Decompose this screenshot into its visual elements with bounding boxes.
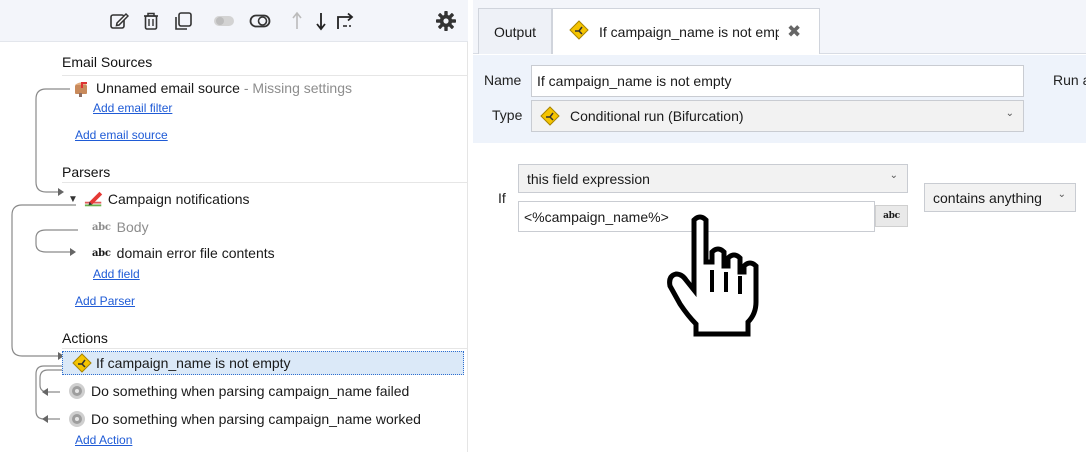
tab-if-campaign-name[interactable]: If campaign_name is not empty ✖ xyxy=(552,8,820,54)
text-type-icon: abc xyxy=(883,211,900,221)
field-label: domain error file contents xyxy=(116,245,275,261)
expression-type-button[interactable]: abc xyxy=(875,205,908,227)
name-input[interactable]: If campaign_name is not empty xyxy=(531,65,1024,97)
close-tab-icon[interactable]: ✖ xyxy=(787,22,801,42)
chevron-down-icon: ⌄ xyxy=(1005,108,1014,119)
workflow-tree-pane: Email Sources Unnamed email source - Mis… xyxy=(0,0,468,452)
name-label: Name xyxy=(484,72,522,88)
tab-output[interactable]: Output xyxy=(478,8,552,54)
email-sources-heading: Email Sources xyxy=(62,54,153,70)
parsers-heading: Parsers xyxy=(62,164,111,180)
type-select[interactable]: Conditional run (Bifurcation) ⌄ xyxy=(531,100,1024,132)
parser-label: Campaign notifications xyxy=(107,191,250,207)
tree-toolbar xyxy=(0,0,468,42)
actions-heading: Actions xyxy=(62,330,108,346)
run-as-label: Run a xyxy=(1053,72,1086,88)
action-item-parse-failed[interactable]: Do something when parsing campaign_name … xyxy=(67,381,409,401)
expand-caret-icon[interactable]: ▼ xyxy=(68,194,78,205)
condition-source-select[interactable]: this field expression ⌄ xyxy=(518,164,908,193)
if-label: If xyxy=(498,190,506,206)
operator-value: contains anything xyxy=(933,189,1042,206)
parser-item-campaign-notifications[interactable]: ▼ Campaign notifications xyxy=(68,189,250,209)
action-label: Do something when parsing campaign_name … xyxy=(91,411,421,427)
mailbox-icon xyxy=(72,78,92,98)
operator-select[interactable]: contains anything ⌄ xyxy=(924,183,1076,212)
add-field-link[interactable]: Add field xyxy=(93,267,140,281)
action-label: Do something when parsing campaign_name … xyxy=(91,383,410,399)
arrow-up-icon[interactable] xyxy=(286,10,308,32)
tab-label: If campaign_name is not empty xyxy=(599,23,779,40)
section-divider xyxy=(62,348,468,349)
bifurcation-icon xyxy=(569,20,589,43)
bifurcation-icon xyxy=(72,353,92,373)
settings-gear-icon[interactable] xyxy=(435,10,457,32)
edit-icon[interactable] xyxy=(108,10,130,32)
add-email-filter-link[interactable]: Add email filter xyxy=(93,101,172,115)
gear-action-icon xyxy=(67,409,87,429)
arrow-down-icon[interactable] xyxy=(310,10,332,32)
add-action-link[interactable]: Add Action xyxy=(75,433,132,447)
condition-source-value: this field expression xyxy=(527,170,650,187)
action-label: If campaign_name is not empty xyxy=(96,355,291,371)
toggle-icon[interactable] xyxy=(249,10,271,32)
gear-action-icon xyxy=(67,381,87,401)
action-properties-panel: Name If campaign_name is not empty Run a… xyxy=(473,55,1086,143)
condition-editor: If this field expression ⌄ <%campaign_na… xyxy=(473,143,1086,452)
add-email-source-link[interactable]: Add email source xyxy=(75,128,168,142)
tab-strip: Output If campaign_name is not empty ✖ xyxy=(473,0,1086,54)
type-select-value: Conditional run (Bifurcation) xyxy=(570,108,744,124)
email-source-item[interactable]: Unnamed email source - Missing settings xyxy=(72,78,352,98)
type-label: Type xyxy=(492,107,523,123)
text-field-type-icon: abc xyxy=(92,247,111,259)
parser-pencil-icon xyxy=(84,189,104,209)
return-arrow-icon[interactable] xyxy=(334,10,356,32)
email-source-label: Unnamed email source xyxy=(96,80,240,96)
action-item-if-campaign-name-content[interactable]: If campaign_name is not empty xyxy=(72,353,291,373)
tab-label: Output xyxy=(493,23,537,40)
parser-field-domain-error[interactable]: abc domain error file contents xyxy=(92,243,275,263)
add-parser-link[interactable]: Add Parser xyxy=(75,294,135,308)
delete-icon[interactable] xyxy=(140,10,162,32)
field-label: Body xyxy=(116,219,149,235)
chevron-down-icon: ⌄ xyxy=(889,170,898,181)
action-item-parse-worked[interactable]: Do something when parsing campaign_name … xyxy=(67,409,421,429)
chevron-down-icon: ⌄ xyxy=(1057,189,1066,200)
parser-field-body[interactable]: abc Body xyxy=(92,217,149,237)
section-divider xyxy=(62,182,468,183)
text-field-type-icon: abc xyxy=(92,221,111,233)
copy-icon[interactable] xyxy=(172,10,194,32)
toggle-off-icon[interactable] xyxy=(213,10,235,32)
section-divider xyxy=(62,75,468,76)
action-editor-pane: Output If campaign_name is not empty ✖ N… xyxy=(473,0,1086,452)
hand-pointer-cursor-icon xyxy=(666,214,762,341)
email-source-status: - Missing settings xyxy=(239,80,353,96)
bifurcation-icon xyxy=(540,106,560,126)
